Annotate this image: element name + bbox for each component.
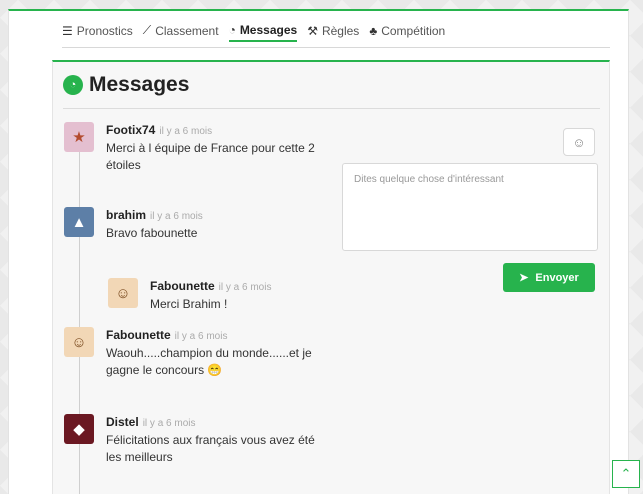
message-item: ★ Footix74 il y a 6 mois Merci à l équipe… — [64, 122, 324, 174]
tab-label: Règles — [321, 23, 360, 38]
tab-regles[interactable]: ⚒ Règles — [307, 22, 359, 42]
message-author[interactable]: brahim — [106, 208, 146, 222]
panel-title-label: Messages — [89, 73, 190, 96]
message-text: Merci Brahim ! — [150, 297, 228, 311]
tab-label: Compétition — [381, 23, 446, 38]
sliders-icon: ☰ — [62, 23, 73, 38]
send-button[interactable]: ➤ Envoyer — [503, 263, 595, 292]
reply-item: ☺ Fabounette il y a 6 mois Merci Brahim ! — [108, 278, 328, 313]
chevron-up-icon: ⌃ — [620, 466, 632, 481]
tab-competition[interactable]: ♣ Compétition — [369, 22, 445, 42]
message-author[interactable]: Fabounette — [150, 279, 215, 293]
message-time: il y a 6 mois — [218, 282, 272, 293]
message-time: il y a 6 mois — [142, 418, 196, 429]
cartoon-girl-avatar: ☺ — [108, 278, 138, 308]
paper-plane-icon: ➤ — [519, 272, 529, 284]
emoji-button[interactable]: ☺ — [563, 128, 595, 156]
badge-avatar: ▲ — [64, 207, 94, 237]
comments-icon: ◔ — [228, 22, 236, 37]
message-text: Merci à l équipe de France pour cette 2 … — [106, 141, 315, 172]
message-item: ☺ Fabounette il y a 6 mois Waouh.....cham… — [64, 327, 324, 379]
tab-pronostics[interactable]: ☰ Pronostics — [62, 22, 133, 42]
nav-tabs: ☰ Pronostics ⟋ Classement ◔ Messages ⚒ R… — [62, 22, 610, 48]
scroll-top-button[interactable]: ⌃ — [612, 460, 640, 488]
message-text: Bravo fabounette — [106, 226, 198, 240]
tab-classement[interactable]: ⟋ Classement — [143, 22, 219, 42]
divider — [63, 108, 600, 109]
tab-messages[interactable]: ◔ Messages — [228, 22, 298, 42]
message-input[interactable] — [342, 163, 598, 251]
smile-icon: ☺ — [572, 134, 586, 150]
message-time: il y a 6 mois — [174, 331, 228, 342]
comments-icon: ◔ — [63, 75, 83, 95]
message-text: Félicitations aux français vous avez été… — [106, 433, 315, 464]
message-author[interactable]: Distel — [106, 415, 139, 429]
message-author[interactable]: Footix74 — [106, 123, 155, 137]
message-item: ◆ Distel il y a 6 mois Félicitations aux … — [64, 414, 324, 466]
tab-label: Classement — [155, 23, 219, 38]
message-item: ▲ brahim il y a 6 mois Bravo fabounette — [64, 207, 324, 242]
tab-label: Pronostics — [76, 23, 133, 38]
cartoon-girl-avatar: ☺ — [64, 327, 94, 357]
message-time: il y a 6 mois — [150, 211, 203, 222]
logo-avatar: ◆ — [64, 414, 94, 444]
star-face-avatar: ★ — [64, 122, 94, 152]
sitemap-icon: ♣ — [369, 23, 378, 38]
message-text: Waouh.....champion du monde......et je g… — [106, 346, 312, 377]
send-button-label: Envoyer — [535, 271, 579, 284]
page-title: ◔ Messages — [63, 73, 189, 97]
message-author[interactable]: Fabounette — [106, 328, 171, 342]
gavel-icon: ⚒ — [307, 23, 318, 38]
chart-line-icon: ⟋ — [142, 23, 152, 37]
tab-label: Messages — [239, 22, 298, 37]
message-time: il y a 6 mois — [159, 126, 213, 137]
